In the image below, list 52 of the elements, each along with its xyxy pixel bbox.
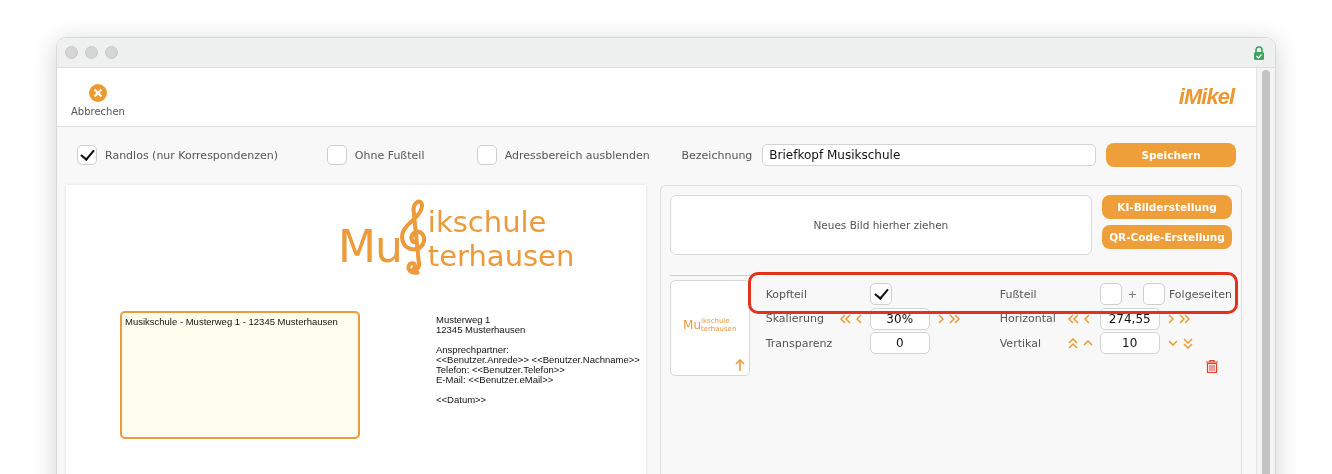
setting-label: Kopfteil — [765, 287, 808, 301]
checkbox-label: Ohne Fußteil — [354, 148, 425, 162]
letter-text: <<Benutzer.Anrede>> <<Benutzer.Nachname>> — [436, 355, 640, 365]
letter-text: Musterweg 1 — [436, 315, 492, 325]
checkbox[interactable] — [869, 283, 892, 306]
setting-label: Fußteil — [999, 287, 1038, 301]
double-right-icon[interactable] — [948, 313, 960, 324]
close-icon — [88, 83, 107, 102]
letter-text: <<Datum>> — [436, 395, 488, 405]
vertical-field[interactable]: 10 — [1099, 332, 1160, 355]
setting-label: Skalierung — [765, 312, 825, 326]
transparency-field[interactable]: 0 — [869, 332, 930, 355]
checkbox-label: Randlos (nur Korrespondenzen) — [105, 148, 279, 162]
setting-label: Horizontal — [999, 312, 1057, 326]
brand-logo: iMikel — [1178, 84, 1234, 110]
setting-label: Transparenz — [765, 336, 834, 350]
checkbox[interactable] — [1099, 283, 1122, 306]
checkbox-label: Adressbereich ausblenden — [504, 148, 650, 162]
letter-text: Ansprechpartner: — [436, 345, 510, 355]
chevron-up-icon[interactable] — [1082, 340, 1093, 347]
chevron-down-icon[interactable] — [1167, 340, 1178, 347]
trash-icon[interactable] — [1205, 360, 1218, 373]
window-zoom-button[interactable] — [105, 46, 118, 59]
scrollbar-thumb[interactable] — [1262, 70, 1270, 474]
double-left-icon[interactable] — [1067, 313, 1079, 324]
letter-text: E-Mail: <<Benutzer.eMail>> — [436, 375, 555, 385]
setting-label: Vertikal — [999, 336, 1042, 350]
chevron-right-icon[interactable] — [937, 313, 944, 324]
checkbox[interactable] — [1142, 283, 1165, 306]
window-minimize-button[interactable] — [85, 46, 98, 59]
checkbox[interactable] — [326, 145, 347, 165]
image-drop-zone[interactable]: Neues Bild hierher ziehen — [669, 195, 1092, 255]
checkbox[interactable] — [77, 145, 97, 165]
name-field[interactable]: Briefkopf Musikschule — [762, 144, 1097, 166]
double-up-icon[interactable] — [1067, 337, 1078, 349]
double-right-icon[interactable] — [1178, 313, 1190, 324]
chevron-left-icon[interactable] — [1083, 313, 1090, 324]
window-close-button[interactable] — [65, 46, 78, 59]
lock-icon — [1253, 45, 1265, 60]
checkbox[interactable] — [476, 145, 497, 165]
cancel-button[interactable]: Abbrechen — [71, 83, 125, 117]
setting-label: Folgeseiten — [1168, 287, 1232, 301]
chevron-right-icon[interactable] — [1167, 313, 1174, 324]
plus-sign: + — [1127, 287, 1137, 301]
letter-text: 12345 Musterhausen — [436, 325, 527, 335]
chevron-left-icon[interactable] — [855, 313, 862, 324]
sender-line: Musikschule - Musterweg 1 - 12345 Musterhausen — [125, 316, 338, 327]
field-label: Bezeichnung — [681, 148, 753, 162]
letter-text: Telefon: <<Benutzer.Telefon>> — [436, 365, 566, 375]
double-left-icon[interactable] — [839, 313, 851, 324]
arrow-up-icon[interactable] — [734, 359, 745, 371]
double-down-icon[interactable] — [1182, 337, 1193, 349]
